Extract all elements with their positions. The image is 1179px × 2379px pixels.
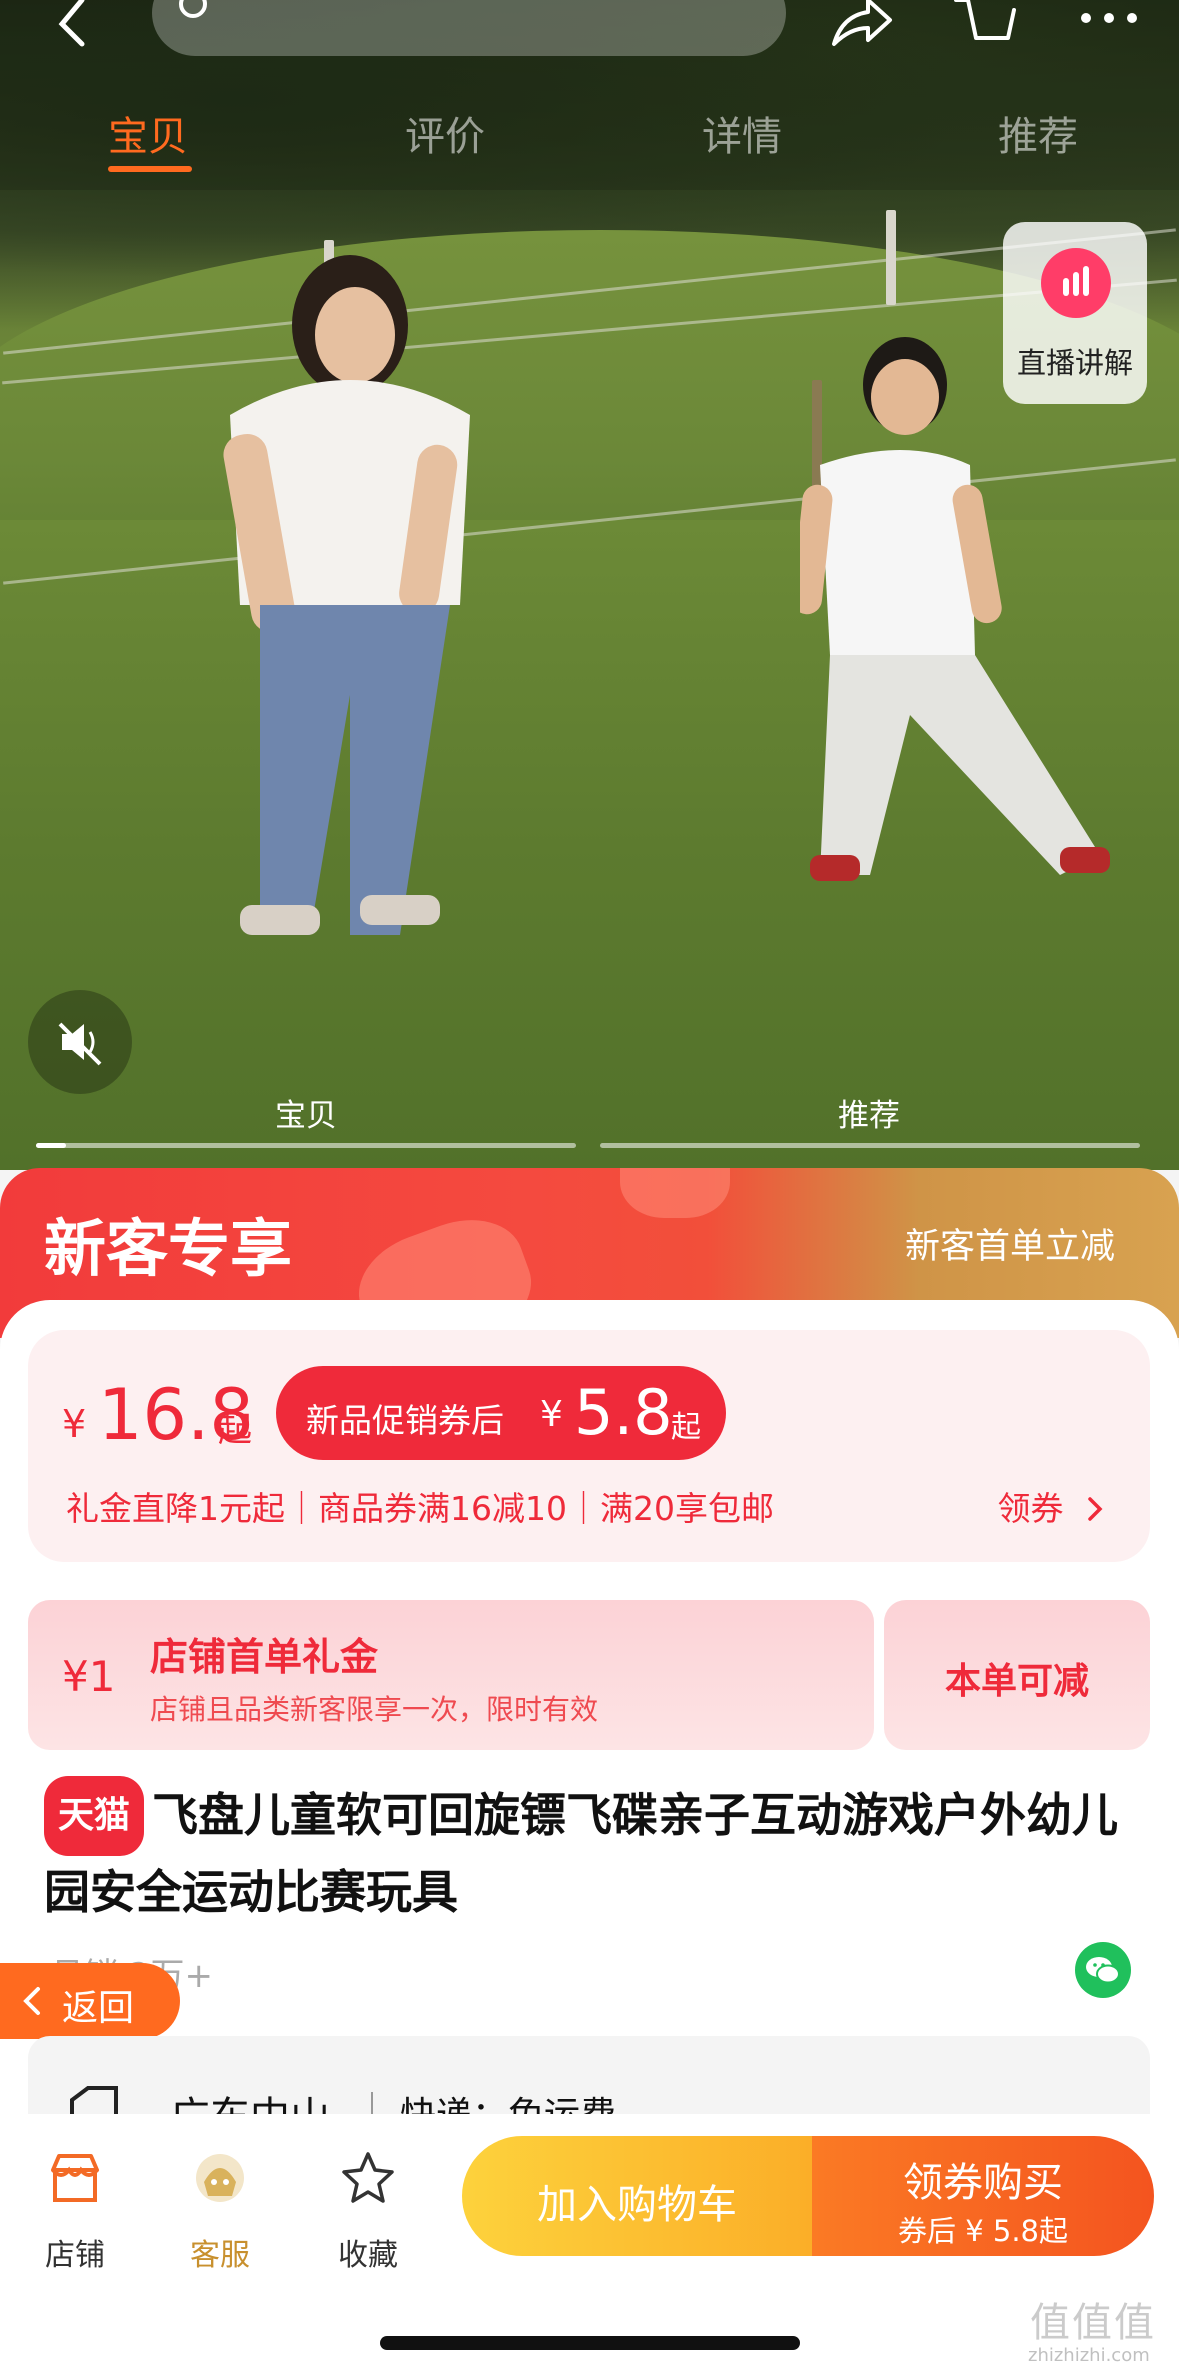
- coupon-price-currency: ¥: [540, 1394, 563, 1435]
- live-explain-button[interactable]: 直播讲解: [1003, 222, 1147, 404]
- home-indicator[interactable]: [380, 2336, 800, 2350]
- fence-post: [886, 210, 896, 305]
- tab-reviews[interactable]: 评价: [405, 104, 485, 162]
- child-figure: [800, 337, 1110, 881]
- search-bar[interactable]: [152, 0, 786, 56]
- wechat-share-button[interactable]: [1075, 1942, 1131, 1998]
- return-label: 返回: [62, 1988, 135, 2029]
- tab-recommend[interactable]: 推荐: [998, 104, 1078, 162]
- adult-figure: [223, 255, 470, 935]
- wechat-icon: [1086, 1957, 1120, 1984]
- mute-button[interactable]: [28, 990, 132, 1094]
- get-coupon-label: 领券: [997, 1489, 1064, 1528]
- get-coupon-link[interactable]: 领券: [998, 1482, 1109, 1530]
- store-label: 店铺: [45, 2238, 105, 2273]
- buy-label: 领券购买: [903, 2160, 1063, 2206]
- cart-icon[interactable]: [952, 0, 1018, 50]
- active-tab-indicator: [108, 166, 192, 172]
- price-section: ¥ 16.8 起 新品促销券后 ¥ 5.8 起 礼金直降1元起｜商品券满16减1…: [28, 1330, 1150, 1562]
- shipping-info[interactable]: 广东中山 快递：免运费: [28, 2036, 1150, 2126]
- add-to-cart-label: 加入购物车: [537, 2182, 737, 2228]
- media-switcher: 宝贝 推荐: [0, 1090, 1179, 1160]
- benefits-text: 礼金直降1元起｜商品券满16减10｜满20享包邮: [66, 1489, 774, 1528]
- watermark-logo: 值值值: [1030, 2300, 1156, 2346]
- star-icon: [342, 2152, 394, 2203]
- media-tab-item[interactable]: 宝贝: [275, 1090, 337, 1135]
- section-tabs: 宝贝 评价 详情 推荐: [0, 104, 1179, 174]
- product-title-row: 天猫 飞盘儿童软可回旋镖飞碟亲子互动游戏户外幼儿园安全运动比赛玩具: [44, 1776, 1134, 1928]
- add-to-cart-button[interactable]: 加入购物车: [462, 2136, 812, 2256]
- media-tab-recommend[interactable]: 推荐: [838, 1090, 900, 1135]
- chevron-left-icon: [23, 1987, 40, 2015]
- back-icon[interactable]: [52, 0, 112, 60]
- price-suffix: 起: [218, 1410, 252, 1450]
- buy-sublabel: 券后 ¥ 5.8起: [897, 2214, 1068, 2248]
- store-icon: [51, 2154, 99, 2202]
- gift-action-label: 本单可减: [944, 1661, 1089, 1702]
- return-button[interactable]: 返回: [0, 1963, 180, 2039]
- tab-details[interactable]: 详情: [702, 104, 782, 162]
- favorite-label: 收藏: [338, 2238, 398, 2273]
- media-progress-track: [600, 1143, 1140, 1148]
- coupon-price-value: 5.8: [574, 1376, 673, 1449]
- share-icon[interactable]: [828, 0, 894, 50]
- tmall-badge: 天猫: [44, 1776, 145, 1856]
- coupon-price-label: 新品促销券后: [306, 1401, 504, 1440]
- store-gift-coupon[interactable]: ¥1 店铺首单礼金 店铺且品类新客限享一次，限时有效 本单可减: [28, 1600, 1150, 1750]
- service-avatar-icon: [196, 2154, 244, 2202]
- chevron-right-icon: [1088, 1497, 1103, 1521]
- coupon-price-suffix: 起: [671, 1410, 701, 1445]
- promo-title: 新客专享: [44, 1212, 293, 1285]
- more-icon[interactable]: [1076, 6, 1142, 36]
- promo-subtitle: 新客首单立减: [904, 1227, 1115, 1267]
- service-label: 客服: [190, 2238, 250, 2273]
- gift-description: 店铺且品类新客限享一次，限时有效: [150, 1693, 599, 1726]
- gift-amount: ¥1: [62, 1652, 116, 1701]
- live-bars-icon: [1041, 248, 1111, 318]
- search-icon: [179, 0, 207, 18]
- product-title-text: 飞盘儿童软可回旋镖飞碟亲子互动游戏户外幼儿园安全运动比赛玩具: [44, 1788, 1119, 1919]
- decoration-blob: [620, 1168, 730, 1218]
- watermark-url: zhizhizhi.com: [1028, 2345, 1150, 2366]
- media-progress-track: [36, 1143, 576, 1148]
- tab-item[interactable]: 宝贝: [108, 104, 188, 162]
- coupon-buy-button[interactable]: 领券购买 券后 ¥ 5.8起: [812, 2136, 1154, 2256]
- price-currency: ¥: [62, 1402, 87, 1446]
- gift-coupon-info: ¥1 店铺首单礼金 店铺且品类新客限享一次，限时有效: [28, 1600, 874, 1750]
- product-title: 天猫 飞盘儿童软可回旋镖飞碟亲子互动游戏户外幼儿园安全运动比赛玩具: [44, 1776, 1134, 1928]
- gift-coupon-action[interactable]: 本单可减: [884, 1600, 1150, 1750]
- speaker-muted-icon: [58, 1022, 102, 1066]
- coupon-price-pill: 新品促销券后 ¥ 5.8 起: [276, 1366, 726, 1460]
- media-progress-fill: [36, 1143, 66, 1148]
- live-explain-label: 直播讲解: [1016, 346, 1133, 380]
- gift-title: 店铺首单礼金: [150, 1635, 379, 1679]
- product-media-video[interactable]: 宝贝 评价 详情 推荐 直播讲解 宝贝 推荐: [0, 0, 1179, 1170]
